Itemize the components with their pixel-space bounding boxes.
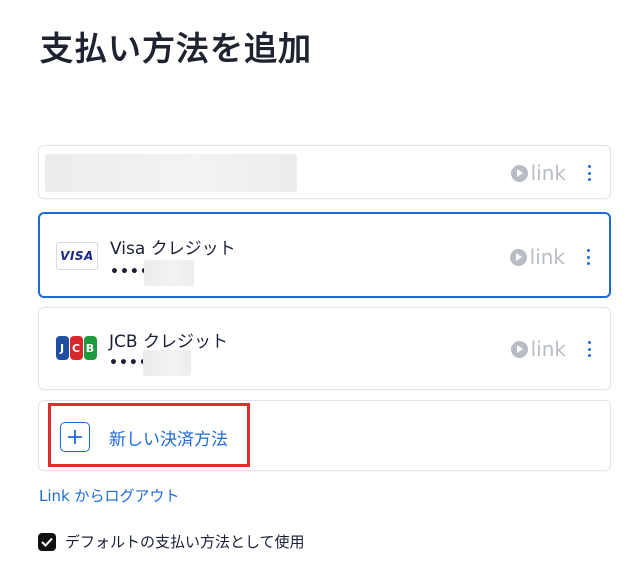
more-options-icon[interactable] bbox=[584, 163, 594, 183]
link-logo-icon bbox=[510, 340, 528, 358]
payment-method-card-masked[interactable]: link bbox=[38, 145, 611, 199]
link-badge: link bbox=[509, 245, 565, 269]
masked-account-info bbox=[45, 154, 297, 192]
default-payment-option[interactable]: デフォルトの支払い方法として使用 bbox=[38, 531, 305, 552]
default-checkbox[interactable] bbox=[38, 532, 56, 551]
jcb-logo-icon: J C B bbox=[55, 334, 97, 362]
more-options-icon[interactable] bbox=[583, 247, 593, 267]
card-name: JCB クレジット bbox=[109, 332, 228, 352]
link-logo-icon bbox=[509, 248, 527, 266]
page-title: 支払い方法を追加 bbox=[40, 29, 312, 68]
add-payment-method-label: 新しい決済方法 bbox=[109, 430, 228, 450]
card-name: Visa クレジット bbox=[110, 239, 236, 259]
link-badge: link bbox=[510, 337, 566, 361]
link-badge: link bbox=[510, 161, 566, 185]
masked-card-number bbox=[143, 350, 191, 376]
add-payment-method-button[interactable]: 新しい決済方法 bbox=[38, 400, 611, 471]
plus-icon bbox=[60, 422, 90, 452]
default-checkbox-label: デフォルトの支払い方法として使用 bbox=[65, 533, 305, 551]
checkmark-icon bbox=[41, 537, 53, 547]
payment-method-card-visa[interactable]: VISA Visa クレジット •••• link bbox=[38, 212, 611, 298]
masked-card-number bbox=[144, 260, 194, 286]
more-options-icon[interactable] bbox=[584, 339, 594, 359]
visa-logo-icon: VISA bbox=[56, 242, 98, 270]
payment-method-card-jcb[interactable]: J C B JCB クレジット •••• link bbox=[38, 307, 611, 390]
link-logo-icon bbox=[510, 164, 528, 182]
link-badge-label: link bbox=[530, 161, 566, 185]
logout-link[interactable]: Link からログアウト bbox=[39, 485, 180, 506]
link-badge-label: link bbox=[530, 337, 566, 361]
link-badge-label: link bbox=[529, 245, 565, 269]
